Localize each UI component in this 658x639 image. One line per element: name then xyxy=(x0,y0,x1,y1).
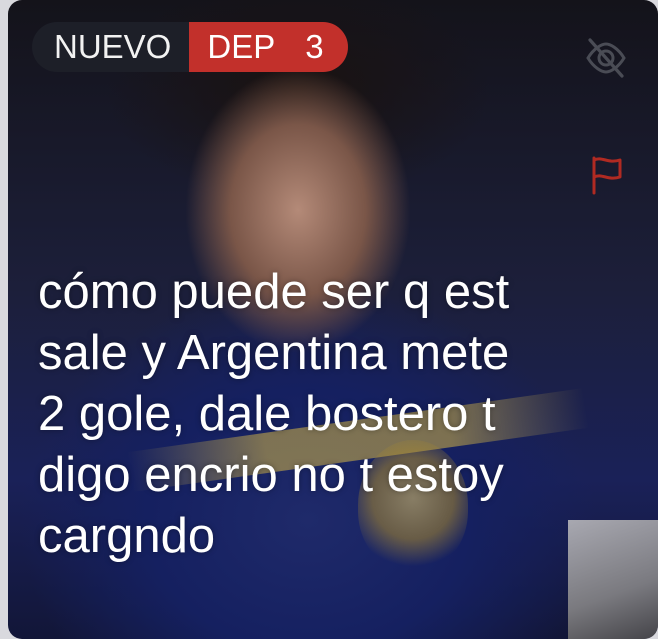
category-count: 3 xyxy=(305,28,324,65)
report-button[interactable] xyxy=(590,155,624,195)
post-text-line: cómo puede ser q est xyxy=(38,265,510,319)
post-text-line: 2 gole, dale bostero t xyxy=(38,387,496,441)
new-badge-label: NUEVO xyxy=(54,28,172,65)
new-badge: NUEVO xyxy=(32,22,190,72)
flag-icon xyxy=(592,156,622,195)
category-badge: DEP 3 xyxy=(189,22,348,72)
hide-post-button[interactable] xyxy=(582,36,630,80)
post-text-line: digo encrio no t estoy xyxy=(38,448,504,502)
category-label: DEP xyxy=(207,28,276,65)
post-card[interactable]: NUEVO DEP 3 cómo puede ser q est sale y … xyxy=(8,0,658,639)
post-text-line: sale y Argentina mete xyxy=(38,326,510,380)
post-badge: NUEVO DEP 3 xyxy=(32,22,348,72)
post-text-line: cargndo xyxy=(38,509,216,563)
post-text: cómo puede ser q est sale y Argentina me… xyxy=(38,262,638,567)
eye-slash-icon xyxy=(586,38,626,78)
